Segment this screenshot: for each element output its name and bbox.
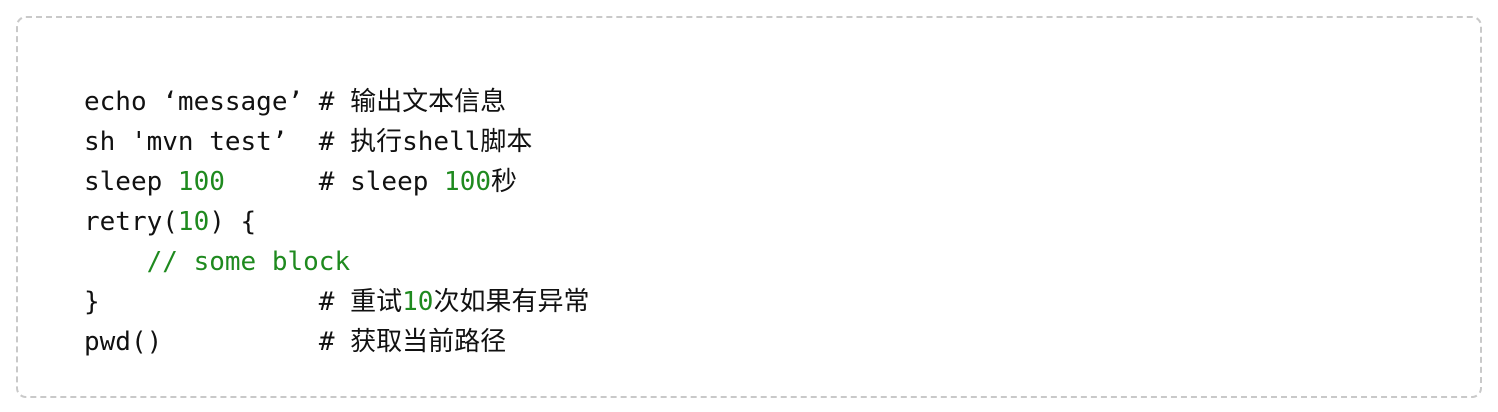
sleep-number: 100	[177, 167, 225, 197]
retry-keyword: retry(	[84, 207, 178, 237]
code-line-echo: echo ‘message’ # 输出文本信息	[84, 82, 589, 122]
pwd-comment: # 获取当前路径	[162, 327, 507, 357]
code-block: echo ‘message’ # 输出文本信息 sh 'mvn test’ # 执…	[16, 16, 1482, 398]
code-line-close-brace: } # 重试10次如果有异常	[84, 282, 589, 322]
pwd-call: pwd()	[84, 327, 163, 357]
code-content: echo ‘message’ # 输出文本信息 sh 'mvn test’ # 执…	[84, 82, 589, 362]
sleep-comment-suffix: 秒	[491, 167, 518, 197]
retry-comment-number: 10	[402, 287, 434, 317]
sleep-comment-prefix: # sleep	[224, 167, 445, 197]
code-line-pwd: pwd() # 获取当前路径	[84, 322, 589, 362]
retry-comment-prefix: # 重试	[99, 287, 403, 317]
echo-statement: echo ‘message’ # 输出文本信息	[84, 87, 507, 117]
code-line-sh: sh 'mvn test’ # 执行shell脚本	[84, 122, 589, 162]
retry-open-brace: ) {	[209, 207, 257, 237]
code-line-block-comment: // some block	[84, 242, 589, 282]
sleep-keyword: sleep	[84, 167, 178, 197]
close-brace: }	[84, 287, 100, 317]
code-line-retry: retry(10) {	[84, 202, 589, 242]
retry-number: 10	[177, 207, 210, 237]
code-line-sleep: sleep 100 # sleep 100秒	[84, 162, 589, 202]
block-indent	[84, 247, 147, 277]
sh-statement: sh 'mvn test’ # 执行shell脚本	[84, 127, 533, 157]
sleep-comment-number: 100	[444, 167, 492, 197]
retry-comment-suffix: 次如果有异常	[433, 287, 590, 317]
block-comment: // some block	[146, 247, 351, 277]
